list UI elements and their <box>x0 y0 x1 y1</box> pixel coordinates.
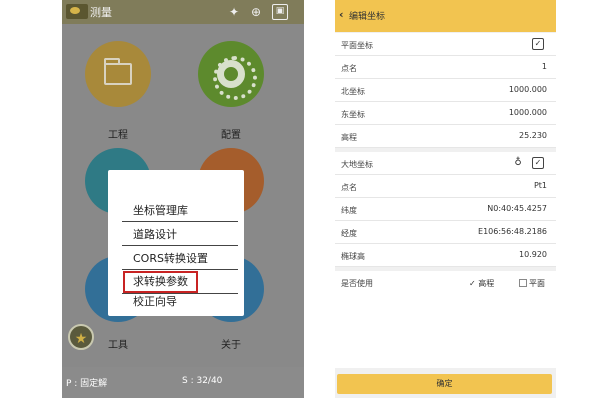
field-label: 点名 <box>341 183 357 192</box>
field-value: E106:56:48.2186 <box>478 227 547 236</box>
project-app-button[interactable] <box>85 41 151 107</box>
field-value: 1 <box>541 62 547 71</box>
checkmark-icon: ✓ <box>469 279 476 288</box>
settings-window-icon[interactable]: ▣ <box>272 4 288 20</box>
confirm-button[interactable]: 确定 <box>337 374 552 394</box>
field-value: 1000.000 <box>508 85 547 94</box>
checkbox-label: 平面 <box>529 279 545 288</box>
project-app-label: 工程 <box>108 130 128 141</box>
field-label: 纬度 <box>341 206 357 215</box>
edit-coordinate-screen: ‹ 编辑坐标 平面坐标 ✓ 点名 1 北坐标 1000.000 东坐标 1000… <box>335 0 556 398</box>
field-value: 25.230 <box>519 131 547 140</box>
field-label: 椭球高 <box>341 252 365 261</box>
field-label: 北坐标 <box>341 87 365 96</box>
field-label: 东坐标 <box>341 110 365 119</box>
position-status: P : 固定解 <box>66 379 108 389</box>
edit-coordinate-header: ‹ 编辑坐标 <box>335 0 556 32</box>
gear-icon <box>213 56 257 100</box>
app-title: 测量 <box>90 6 112 19</box>
empty-checkbox-icon <box>519 279 527 287</box>
field-label: 高程 <box>341 133 357 142</box>
folder-icon <box>104 58 132 85</box>
edit-plane-icon[interactable]: ✓ <box>532 38 544 50</box>
menu-divider <box>122 245 238 246</box>
menu-item-compute-transform-params[interactable]: 求转换参数 <box>123 271 198 293</box>
plane-section-header: 平面坐标 ✓ <box>335 33 556 56</box>
use-plane-checkbox[interactable]: 平面 <box>519 278 545 289</box>
back-arrow-icon[interactable]: ‹ <box>339 8 344 21</box>
tools-app-label: 工具 <box>108 340 128 351</box>
edit-geodetic-icon[interactable]: ✓ <box>532 157 544 169</box>
favorite-star-icon[interactable]: ★ <box>68 324 94 350</box>
plane-row-elevation[interactable]: 高程 25.230 <box>335 125 556 148</box>
geodetic-section-title: 大地坐标 <box>341 160 373 169</box>
about-app-label: 关于 <box>221 340 241 351</box>
field-label: 点名 <box>341 64 357 73</box>
plane-row-point-name[interactable]: 点名 1 <box>335 56 556 79</box>
satellite-icon[interactable]: ✦ <box>226 4 242 20</box>
field-label: 经度 <box>341 229 357 238</box>
field-value: Pt1 <box>533 181 547 190</box>
geodetic-row-point-name[interactable]: 点名 Pt1 <box>335 175 556 198</box>
plane-row-northing[interactable]: 北坐标 1000.000 <box>335 79 556 102</box>
survey-home-screen: 测量 ✦ ⊕ ▣ 工程 配置 工具 关于 ★ 坐标管理库 道路设计 CORS转换… <box>62 0 304 398</box>
geodetic-row-longitude[interactable]: 经度 E106:56:48.2186 <box>335 221 556 244</box>
geodetic-coordinate-section: 大地坐标 ♁ ✓ 点名 Pt1 纬度 N0:40:45.4257 经度 E106… <box>335 152 556 267</box>
satellite-count: S : 32/40 <box>182 376 223 386</box>
geodetic-row-latitude[interactable]: 纬度 N0:40:45.4257 <box>335 198 556 221</box>
menu-divider <box>122 269 238 270</box>
app-grid: 工程 配置 工具 关于 ★ 坐标管理库 道路设计 CORS转换设置 求转换参数 … <box>62 24 304 367</box>
usage-label: 是否使用 <box>341 279 373 288</box>
menu-item-calibration-wizard[interactable]: 校正向导 <box>123 291 236 313</box>
usage-row: 是否使用 ✓ 高程 平面 <box>335 271 556 294</box>
config-app-label: 配置 <box>221 130 241 141</box>
plane-row-easting[interactable]: 东坐标 1000.000 <box>335 102 556 125</box>
usage-section: 是否使用 ✓ 高程 平面 <box>335 271 556 294</box>
field-value: 10.920 <box>519 250 547 259</box>
page-title: 编辑坐标 <box>349 12 386 22</box>
app-logo-icon <box>66 4 88 19</box>
app-title-bar: 测量 ✦ ⊕ ▣ <box>62 0 304 24</box>
menu-divider <box>122 221 238 222</box>
field-value: N0:40:45.4257 <box>487 204 547 213</box>
gnss-status-bar: P : 固定解 S : 32/40 <box>62 367 304 398</box>
plane-coordinate-section: 平面坐标 ✓ 点名 1 北坐标 1000.000 东坐标 1000.000 高程… <box>335 33 556 148</box>
config-app-button[interactable] <box>198 41 264 107</box>
geodetic-section-header: 大地坐标 ♁ ✓ <box>335 152 556 175</box>
menu-item-road-design[interactable]: 道路设计 <box>123 224 236 246</box>
checkbox-label: 高程 <box>478 279 495 288</box>
tools-popup-menu: 坐标管理库 道路设计 CORS转换设置 求转换参数 校正向导 <box>108 170 244 316</box>
use-elevation-checkbox[interactable]: ✓ 高程 <box>469 278 494 289</box>
menu-item-coordinate-library[interactable]: 坐标管理库 <box>123 200 236 222</box>
menu-item-cors-settings[interactable]: CORS转换设置 <box>123 248 236 270</box>
plane-section-title: 平面坐标 <box>341 41 373 50</box>
field-value: 1000.000 <box>508 108 547 117</box>
empty-content-area <box>335 292 556 368</box>
location-pin-icon[interactable]: ♁ <box>512 157 524 169</box>
geodetic-row-ellipsoid-height[interactable]: 椭球高 10.920 <box>335 244 556 267</box>
gps-antenna-icon[interactable]: ⊕ <box>248 4 264 20</box>
